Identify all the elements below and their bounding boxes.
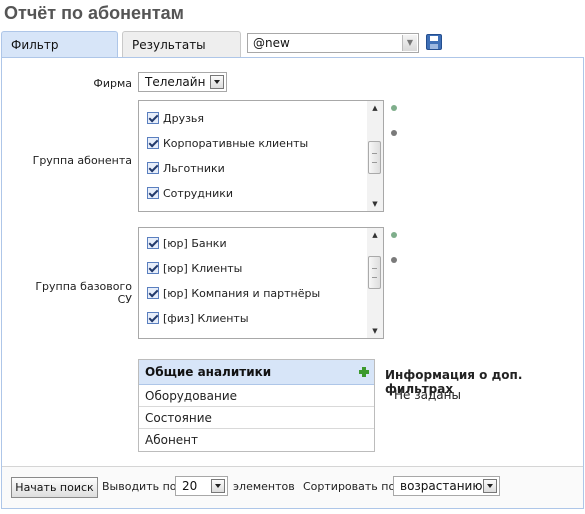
- list-item[interactable]: Корпоративные клиенты: [147, 137, 308, 153]
- scroll-down-icon[interactable]: ▼: [367, 197, 383, 211]
- bottom-toolbar: Начать поиск Выводить по 20 элементов Со…: [2, 466, 583, 508]
- scroll-up-icon[interactable]: ▲: [367, 228, 383, 242]
- scroll-up-icon[interactable]: ▲: [367, 101, 383, 115]
- scroll-thumb[interactable]: [368, 141, 381, 174]
- floppy-disk-icon[interactable]: [426, 34, 442, 50]
- preset-value: @new: [253, 36, 290, 50]
- analytics-table: Общие аналитики Оборудование Состояние А…: [138, 359, 375, 452]
- select-all-dot-icon[interactable]: [391, 232, 397, 238]
- checkbox-checked-icon[interactable]: [147, 187, 159, 199]
- elements-label: элементов: [233, 480, 295, 493]
- checkbox-checked-icon[interactable]: [147, 262, 159, 274]
- list-item[interactable]: Друзья: [147, 112, 204, 128]
- preset-select[interactable]: @new ▼: [247, 33, 419, 53]
- list-item[interactable]: [юр] Клиенты: [147, 262, 242, 278]
- sort-order-select[interactable]: возрастанию: [393, 476, 500, 496]
- scrollbar[interactable]: ▲ ▼: [367, 228, 383, 338]
- firm-value: Телелайн: [145, 75, 206, 89]
- select-all-dot-icon[interactable]: [391, 105, 397, 111]
- show-label: Выводить по: [102, 480, 177, 493]
- checkbox-checked-icon[interactable]: [147, 312, 159, 324]
- chevron-down-icon[interactable]: [211, 479, 225, 493]
- scroll-thumb[interactable]: [368, 256, 381, 289]
- scrollbar[interactable]: ▲ ▼: [367, 101, 383, 211]
- scroll-down-icon[interactable]: ▼: [367, 324, 383, 338]
- list-item[interactable]: [юр] Банки: [147, 237, 227, 253]
- page-title: Отчёт по абонентам: [4, 3, 184, 23]
- start-search-button[interactable]: Начать поиск: [11, 477, 98, 498]
- chevron-down-icon[interactable]: [210, 75, 224, 89]
- chevron-down-icon[interactable]: ▼: [402, 35, 417, 51]
- extra-filters-value: Не заданы: [394, 388, 461, 402]
- analytics-item-state[interactable]: Состояние: [139, 407, 374, 429]
- analytics-header: Общие аналитики: [139, 360, 374, 385]
- page-size-select[interactable]: 20: [175, 476, 228, 496]
- analytics-item-equipment[interactable]: Оборудование: [139, 385, 374, 407]
- clear-all-dot-icon[interactable]: [391, 257, 397, 263]
- list-item[interactable]: [юр] Компания и партнёры: [147, 287, 320, 303]
- clear-all-dot-icon[interactable]: [391, 130, 397, 136]
- firm-label: Фирма: [93, 77, 132, 90]
- checkbox-checked-icon[interactable]: [147, 162, 159, 174]
- analytics-item-subscriber[interactable]: Абонент: [139, 429, 374, 451]
- subscriber-group-list[interactable]: Друзья Корпоративные клиенты Льготники С…: [138, 100, 384, 212]
- list-item[interactable]: Льготники: [147, 162, 225, 178]
- checkbox-checked-icon[interactable]: [147, 287, 159, 299]
- plus-icon[interactable]: [359, 367, 369, 377]
- list-item[interactable]: Сотрудники: [147, 187, 233, 203]
- tab-results[interactable]: Результаты: [122, 31, 241, 58]
- list-item[interactable]: [физ] Клиенты: [147, 312, 249, 328]
- checkbox-checked-icon[interactable]: [147, 237, 159, 249]
- chevron-down-icon[interactable]: [483, 479, 497, 493]
- subscriber-group-label: Группа абонента: [32, 154, 132, 167]
- base-group-list[interactable]: [юр] Банки [юр] Клиенты [юр] Компания и …: [138, 227, 384, 339]
- checkbox-checked-icon[interactable]: [147, 112, 159, 124]
- checkbox-checked-icon[interactable]: [147, 137, 159, 149]
- base-group-label: Группа базового СУ: [35, 280, 132, 306]
- filter-panel: Фирма Телелайн Группа абонента Друзья Ко…: [1, 57, 584, 509]
- firm-select[interactable]: Телелайн: [138, 72, 227, 92]
- sort-label: Сортировать по: [303, 480, 396, 493]
- tab-filter[interactable]: Фильтр: [1, 31, 118, 58]
